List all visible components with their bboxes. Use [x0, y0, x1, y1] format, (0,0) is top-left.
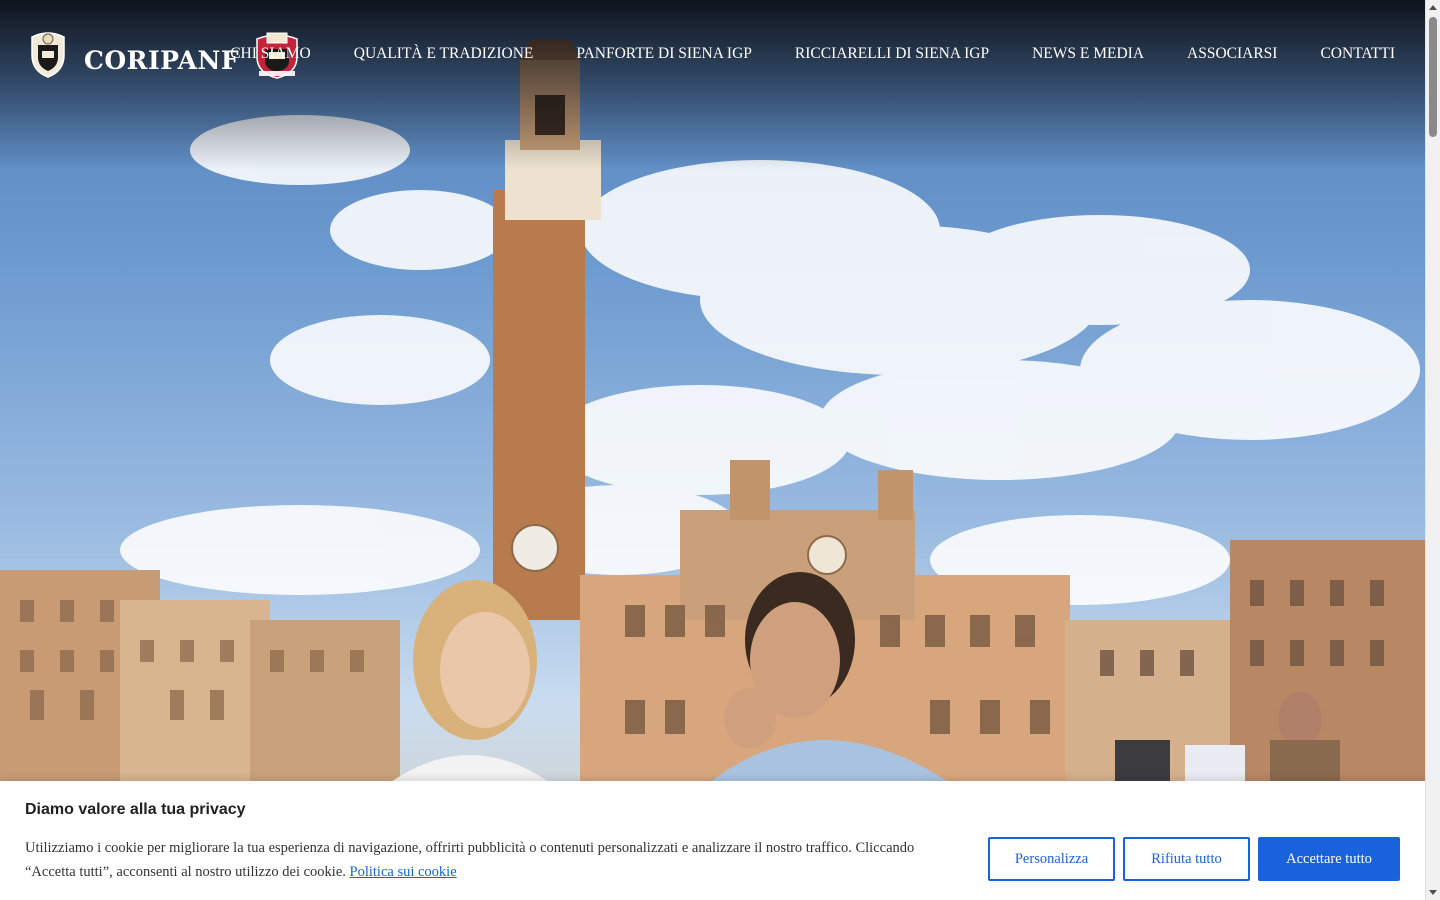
scroll-thumb[interactable] — [1429, 17, 1437, 137]
nav-chi-siamo[interactable]: CHI SIAMO — [230, 45, 311, 63]
cookie-banner: Diamo valore alla tua privacy Utilizziam… — [0, 781, 1425, 900]
cookie-description-text: Utilizziamo i cookie per migliorare la t… — [25, 840, 915, 880]
site-header: CORIPANF CHI SIAMO QUALITÀ E TRADIZIONE … — [0, 0, 1425, 110]
reject-all-button[interactable]: Rifiuta tutto — [1123, 837, 1250, 881]
main-nav: CHI SIAMO QUALITÀ E TRADIZIONE PANFORTE … — [187, 45, 1395, 63]
cookie-title: Diamo valore alla tua privacy — [25, 801, 246, 818]
nav-qualita-e-tradizione[interactable]: QUALITÀ E TRADIZIONE — [354, 45, 534, 63]
accept-all-button[interactable]: Accettare tutto — [1258, 837, 1400, 881]
nav-panforte-di-siena-igp[interactable]: PANFORTE DI SIENA IGP — [576, 45, 751, 63]
crest-shield-icon — [31, 32, 65, 78]
nav-contatti[interactable]: CONTATTI — [1320, 45, 1395, 63]
hero-image — [0, 0, 1425, 900]
customize-button[interactable]: Personalizza — [988, 837, 1115, 881]
page-scrollbar[interactable] — [1425, 0, 1440, 900]
scroll-up-icon[interactable] — [1429, 5, 1437, 10]
nav-news-e-media[interactable]: NEWS E MEDIA — [1032, 45, 1144, 63]
cookie-policy-link[interactable]: Politica sui cookie — [350, 864, 457, 880]
nav-associarsi[interactable]: ASSOCIARSI — [1187, 45, 1277, 63]
scroll-down-icon[interactable] — [1429, 890, 1437, 895]
hero-scene — [0, 40, 1425, 810]
nav-ricciarelli-di-siena-igp[interactable]: RICCIARELLI DI SIENA IGP — [795, 45, 989, 63]
page: CORIPANF CHI SIAMO QUALITÀ E TRADIZIONE … — [0, 0, 1425, 900]
cookie-description: Utilizziamo i cookie per migliorare la t… — [25, 836, 965, 884]
